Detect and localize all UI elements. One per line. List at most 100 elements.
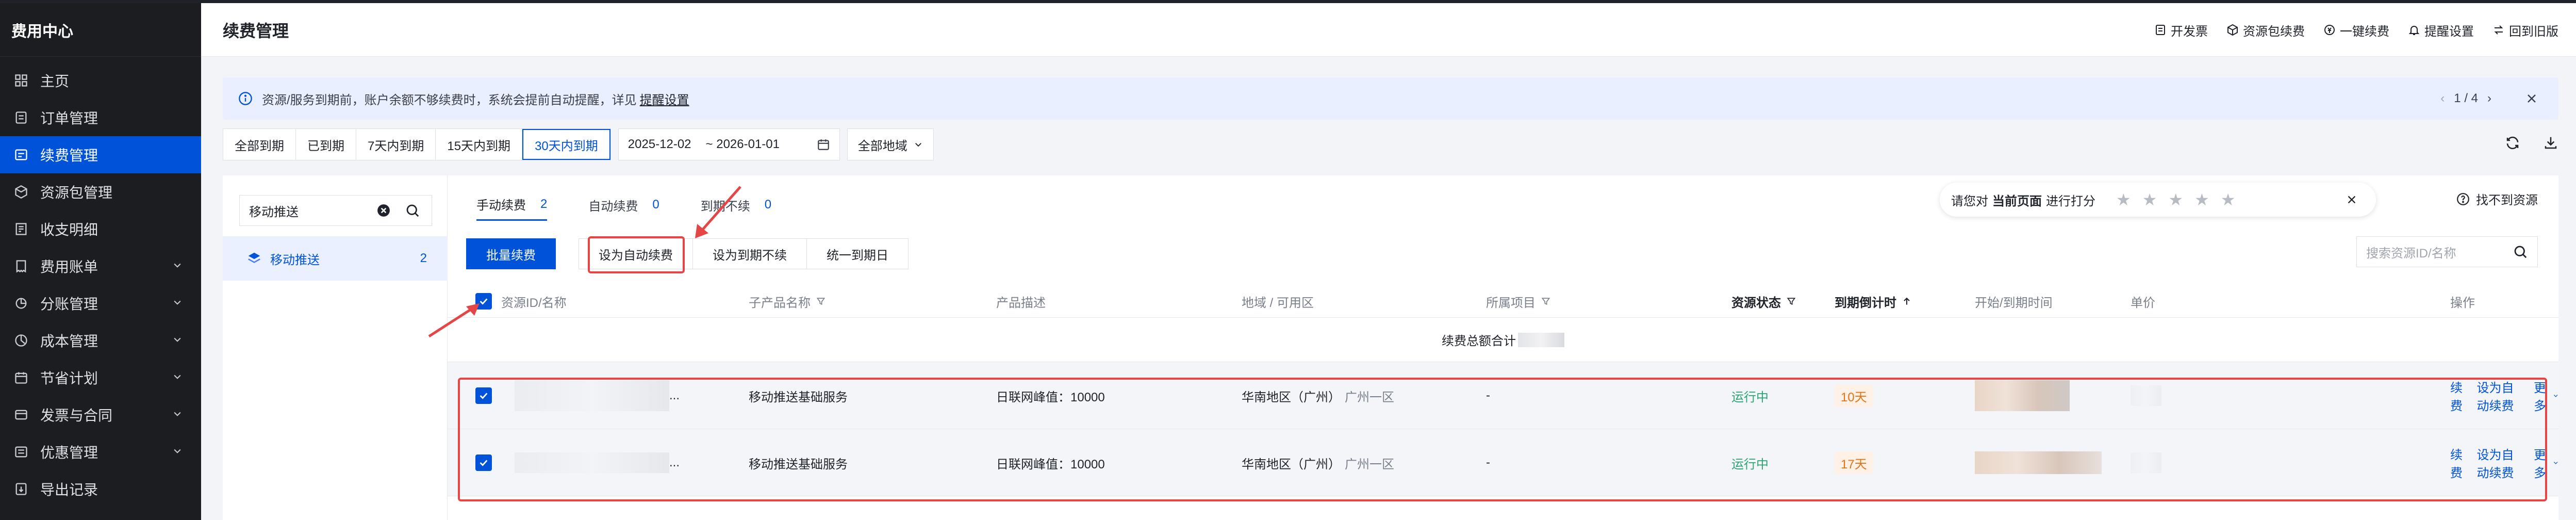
segment-15days[interactable]: 15天内到期 <box>436 129 523 160</box>
segment-7days[interactable]: 7天内到期 <box>356 129 436 160</box>
filter-icon[interactable] <box>816 296 826 306</box>
help-icon <box>2457 192 2469 205</box>
chevron-down-icon <box>915 143 921 147</box>
star-icon[interactable]: ★ <box>2168 190 2183 209</box>
chevron-down-icon <box>2553 395 2558 397</box>
col-label: 所属项目 <box>1486 296 1535 310</box>
rating-suffix: 进行打分 <box>2046 194 2095 208</box>
page-header: 续费管理 开发票 资源包续费 一键续费 提醒设置 回到旧版 <box>201 3 2576 57</box>
col-actions: 操作 <box>2450 285 2475 318</box>
date-end: ~ 2026-01-01 <box>705 137 780 151</box>
search-icon[interactable] <box>405 203 420 218</box>
clear-icon[interactable] <box>377 204 390 217</box>
tab-count: 2 <box>540 197 548 211</box>
notice-link[interactable]: 提醒设置 <box>640 90 689 108</box>
sidebar-item-invoice[interactable]: 发票与合同 <box>0 396 201 433</box>
one-click-renew-action[interactable]: 一键续费 <box>2323 21 2389 39</box>
invoice-action-label: 开发票 <box>2171 24 2208 39</box>
sidebar-item-orders[interactable]: 订单管理 <box>0 99 201 136</box>
col-label: 资源状态 <box>1731 296 1781 310</box>
col-label: 资源ID/名称 <box>501 296 567 310</box>
reminder-settings-label: 提醒设置 <box>2424 24 2474 39</box>
sidebar-item-packages[interactable]: 资源包管理 <box>0 173 201 210</box>
segment-all[interactable]: 全部到期 <box>223 129 296 160</box>
chevron-down-icon <box>174 412 181 416</box>
sidebar-item-label: 发票与合同 <box>40 408 113 424</box>
back-to-old-action[interactable]: 回到旧版 <box>2492 21 2558 39</box>
batch-renew-button[interactable]: 批量续费 <box>466 238 556 269</box>
refresh-icon[interactable] <box>2505 135 2520 151</box>
sidebar-item-split[interactable]: 分账管理 <box>0 285 201 322</box>
close-icon[interactable] <box>2346 194 2357 205</box>
col-countdown: 到期倒计时 <box>1835 285 1912 318</box>
renew-icon <box>13 147 29 163</box>
package-renew-label: 资源包续费 <box>2243 24 2305 39</box>
tab-count: 0 <box>764 198 772 212</box>
download-icon[interactable] <box>2543 135 2558 151</box>
sort-up-icon[interactable] <box>1902 296 1912 306</box>
filter-icon[interactable] <box>1541 296 1551 306</box>
tab-auto-renew[interactable]: 自动续费 0 <box>588 195 659 221</box>
sidebar-item-discount[interactable]: 优惠管理 <box>0 433 201 470</box>
unify-expiry-button[interactable]: 统一到期日 <box>806 238 909 269</box>
col-resource-id: 资源ID/名称 <box>475 285 567 318</box>
redacted-amount <box>1518 332 1564 347</box>
date-range-picker[interactable]: 2025-12-02 ~ 2026-01-01 <box>618 128 840 160</box>
close-icon[interactable] <box>2525 92 2538 105</box>
sidebar-item-label: 节省计划 <box>40 370 98 386</box>
annotation-arrow-checkbox <box>428 303 480 338</box>
chevron-down-icon <box>174 337 181 342</box>
segment-30days[interactable]: 30天内到期 <box>522 129 610 160</box>
filter-bar: 全部到期 已到期 7天内到期 15天内到期 30天内到期 2025-12-02 … <box>223 128 934 161</box>
col-sub-product: 子产品名称 <box>749 285 826 318</box>
tab-manual-renew[interactable]: 手动续费 2 <box>476 195 548 221</box>
col-time: 开始/到期时间 <box>1975 285 2053 318</box>
product-item-push[interactable]: 移动推送 2 <box>223 236 448 281</box>
product-search-input[interactable]: 移动推送 <box>239 195 432 226</box>
col-region: 地域 / 可用区 <box>1242 285 1314 318</box>
notice-prev[interactable]: ‹ <box>2440 91 2445 106</box>
star-icon[interactable]: ★ <box>2142 190 2157 209</box>
info-icon <box>239 92 252 105</box>
chevron-down-icon <box>174 263 181 268</box>
segment-expired[interactable]: 已到期 <box>296 129 356 160</box>
notice-pager: 1 / 4 <box>2454 91 2478 105</box>
bell-icon <box>2408 26 2420 35</box>
sidebar-item-saving-plan[interactable]: 节省计划 <box>0 359 201 396</box>
rating-prefix: 请您对 <box>1951 194 1988 208</box>
sidebar: 费用中心 主页 订单管理 续费管理 资源包管理 收支明细 费用账单 分账管理 成… <box>0 3 201 520</box>
tab-count: 0 <box>652 198 659 212</box>
product-search-value: 移动推送 <box>249 205 299 219</box>
star-icon[interactable]: ★ <box>2221 190 2236 209</box>
package-icon <box>13 184 29 200</box>
expiry-segment: 全部到期 已到期 7天内到期 15天内到期 30天内到期 <box>223 128 611 160</box>
chevron-down-icon <box>174 375 181 379</box>
invoice-action[interactable]: 开发票 <box>2154 21 2208 39</box>
star-icon[interactable]: ★ <box>2116 190 2131 209</box>
product-item-count: 2 <box>420 251 427 265</box>
sidebar-item-label: 导出记录 <box>40 482 98 498</box>
split-icon <box>13 296 29 311</box>
table-header: 资源ID/名称 子产品名称 产品描述 地域 / 可用区 所属项目 资源状态 到期… <box>448 285 2558 318</box>
sidebar-item-export[interactable]: 导出记录 <box>0 470 201 508</box>
tab-label: 手动续费 <box>476 199 526 213</box>
package-renew-action[interactable]: 资源包续费 <box>2226 21 2305 39</box>
chevron-down-icon <box>2553 462 2558 464</box>
sidebar-item-home[interactable]: 主页 <box>0 62 201 99</box>
sidebar-item-cost[interactable]: 成本管理 <box>0 322 201 359</box>
notice-next[interactable]: › <box>2487 91 2491 106</box>
col-label: 单价 <box>2131 296 2155 310</box>
filter-icon[interactable] <box>1786 296 1796 306</box>
bill-icon <box>13 258 29 274</box>
sidebar-item-ledger[interactable]: 收支明细 <box>0 210 201 248</box>
resource-search-input[interactable]: 搜索资源ID/名称 <box>2356 236 2538 267</box>
not-found-link[interactable]: 找不到资源 <box>2456 190 2538 208</box>
reminder-settings-action[interactable]: 提醒设置 <box>2408 21 2474 39</box>
sidebar-item-label: 续费管理 <box>40 148 98 164</box>
star-icon[interactable]: ★ <box>2194 190 2209 209</box>
chevron-down-icon <box>174 449 181 453</box>
rating-stars: ★ ★ ★ ★ ★ <box>2116 190 2235 209</box>
sidebar-item-renewal[interactable]: 续费管理 <box>0 136 201 173</box>
region-select[interactable]: 全部地域 <box>847 128 934 160</box>
sidebar-item-bills[interactable]: 费用账单 <box>0 248 201 285</box>
